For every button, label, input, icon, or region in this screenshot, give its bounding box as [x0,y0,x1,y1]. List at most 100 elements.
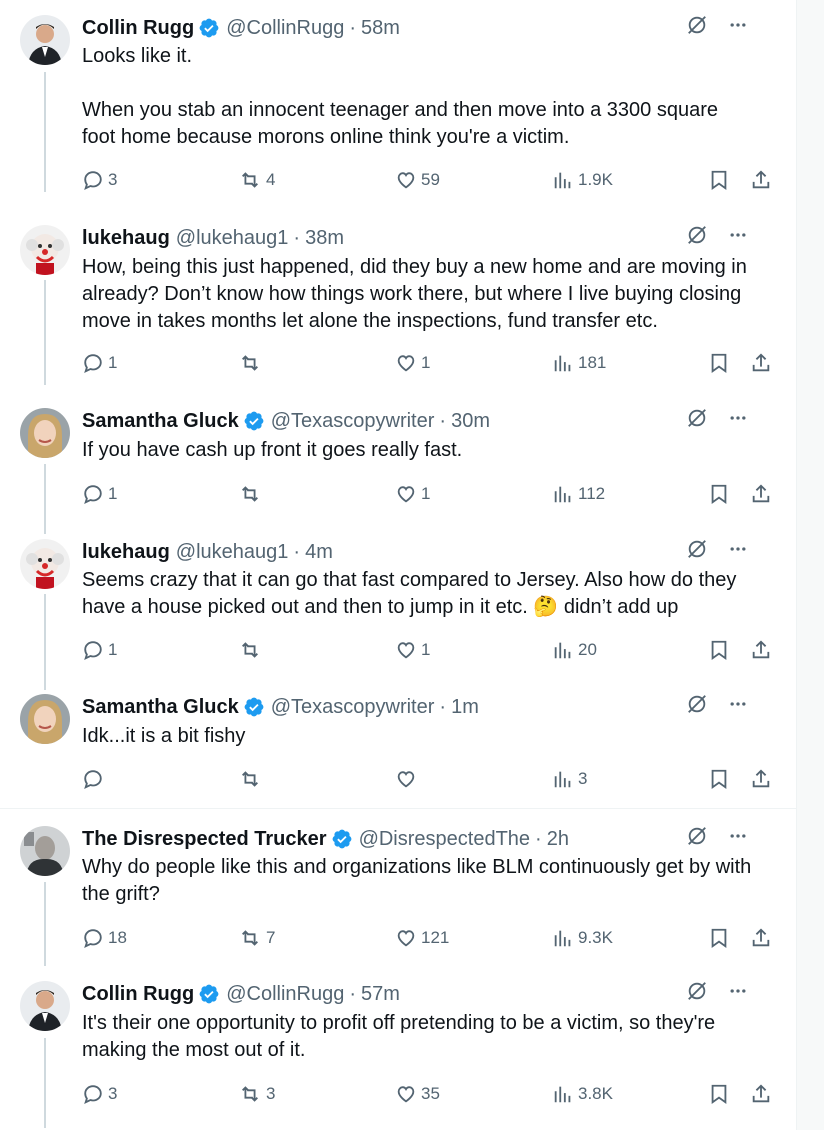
author-name[interactable]: Collin Rugg [82,983,194,1006]
more-icon[interactable] [728,15,748,41]
reply-button[interactable] [82,765,108,793]
views-button[interactable]: 112 [552,480,605,508]
views-button[interactable]: 181 [552,349,606,377]
author-handle[interactable]: @lukehaug1 [176,227,289,250]
bookmark-button[interactable] [708,636,730,664]
tweet-line: If you have cash up front it goes really… [82,439,463,461]
share-button[interactable] [750,765,772,793]
like-button[interactable]: 59 [395,166,440,194]
tweet[interactable]: Collin Rugg @CollinRugg · 57m It's their… [0,966,796,1130]
timestamp[interactable]: 1m [451,696,479,719]
retweet-button[interactable] [238,349,266,377]
share-button[interactable] [750,924,772,952]
retweet-button[interactable]: 7 [238,924,275,952]
avatar[interactable] [20,826,70,876]
share-button[interactable] [750,1080,772,1108]
author-handle[interactable]: @lukehaug1 [176,541,289,564]
author-handle[interactable]: @CollinRugg [226,17,344,40]
avatar[interactable] [20,225,70,275]
timestamp[interactable]: 58m [361,17,400,40]
author-handle[interactable]: @CollinRugg [226,983,344,1006]
reply-count: 1 [108,640,118,659]
author-name[interactable]: lukehaug [82,541,170,564]
more-icon[interactable] [728,826,748,852]
like-button[interactable]: 35 [395,1080,440,1108]
views-button[interactable]: 20 [552,636,597,664]
grok-icon[interactable] [686,407,708,435]
tweet[interactable]: Samantha Gluck @Texascopywriter · 30m If… [0,392,796,530]
author-handle[interactable]: @Texascopywriter [271,410,435,433]
timestamp[interactable]: 2h [547,828,569,851]
bookmark-button[interactable] [708,166,730,194]
author-name[interactable]: Samantha Gluck [82,696,239,719]
more-icon[interactable] [728,225,748,251]
timestamp[interactable]: 38m [305,227,344,250]
author-handle[interactable]: @DisrespectedThe [359,828,530,851]
avatar[interactable] [20,539,70,589]
retweet-button[interactable] [238,636,266,664]
author-name[interactable]: Collin Rugg [82,17,194,40]
grok-icon[interactable] [686,693,708,721]
bookmark-button[interactable] [708,480,730,508]
avatar[interactable] [20,15,70,65]
reply-count: 3 [108,1084,118,1103]
share-button[interactable] [750,349,772,377]
more-icon[interactable] [728,694,748,720]
timestamp[interactable]: 57m [361,983,400,1006]
tweet[interactable]: lukehaug @lukehaug1 · 4m Seems crazy tha… [0,522,796,688]
retweet-button[interactable] [238,765,266,793]
reply-button[interactable]: 3 [82,1080,117,1108]
views-button[interactable]: 3 [552,765,587,793]
grok-icon[interactable] [686,14,708,42]
tweet[interactable]: Samantha Gluck @Texascopywriter · 1m Idk… [0,678,796,806]
views-button[interactable]: 9.3K [552,924,613,952]
timestamp[interactable]: 4m [305,541,333,564]
author-name[interactable]: The Disrespected Trucker [82,828,327,851]
like-button[interactable]: 1 [395,349,430,377]
reply-button[interactable]: 1 [82,636,117,664]
tweet[interactable]: lukehaug @lukehaug1 · 38m How, being thi… [0,208,796,391]
share-button[interactable] [750,636,772,664]
more-icon[interactable] [728,981,748,1007]
reply-button[interactable]: 1 [82,349,117,377]
avatar[interactable] [20,981,70,1031]
timestamp[interactable]: 30m [451,410,490,433]
grok-icon[interactable] [686,980,708,1008]
avatar[interactable] [20,408,70,458]
like-button[interactable] [395,765,421,793]
reply-button[interactable]: 18 [82,924,127,952]
like-button[interactable]: 1 [395,480,430,508]
bookmark-button[interactable] [708,765,730,793]
author-name[interactable]: Samantha Gluck [82,410,239,433]
tweet[interactable]: The Disrespected Trucker @DisrespectedTh… [0,809,796,969]
bookmark-button[interactable] [708,924,730,952]
views-button[interactable]: 1.9K [552,166,613,194]
share-button[interactable] [750,166,772,194]
bookmark-button[interactable] [708,1080,730,1108]
author-handle[interactable]: @Texascopywriter [271,696,435,719]
tweet[interactable]: Collin Rugg @CollinRugg · 58m Looks like… [0,0,796,205]
views-count: 9.3K [578,928,613,947]
bookmark-icon [711,640,727,661]
retweet-button[interactable]: 3 [238,1080,275,1108]
share-icon [752,928,770,947]
avatar[interactable] [20,694,70,744]
reply-button[interactable]: 1 [82,480,117,508]
like-button[interactable]: 1 [395,636,430,664]
reply-button[interactable]: 3 [82,166,117,194]
reply-icon [84,171,102,190]
more-icon[interactable] [728,539,748,565]
views-button[interactable]: 3.8K [552,1080,613,1108]
retweet-button[interactable] [238,480,266,508]
grok-icon[interactable] [686,224,708,252]
author-name[interactable]: lukehaug [82,227,170,250]
tweet-line: making the most out of it. [82,1039,306,1061]
separator: · [293,540,301,563]
bookmark-button[interactable] [708,349,730,377]
grok-icon[interactable] [686,825,708,853]
grok-icon[interactable] [686,538,708,566]
retweet-button[interactable]: 4 [238,166,275,194]
like-button[interactable]: 121 [395,924,449,952]
more-icon[interactable] [728,408,748,434]
share-button[interactable] [750,480,772,508]
